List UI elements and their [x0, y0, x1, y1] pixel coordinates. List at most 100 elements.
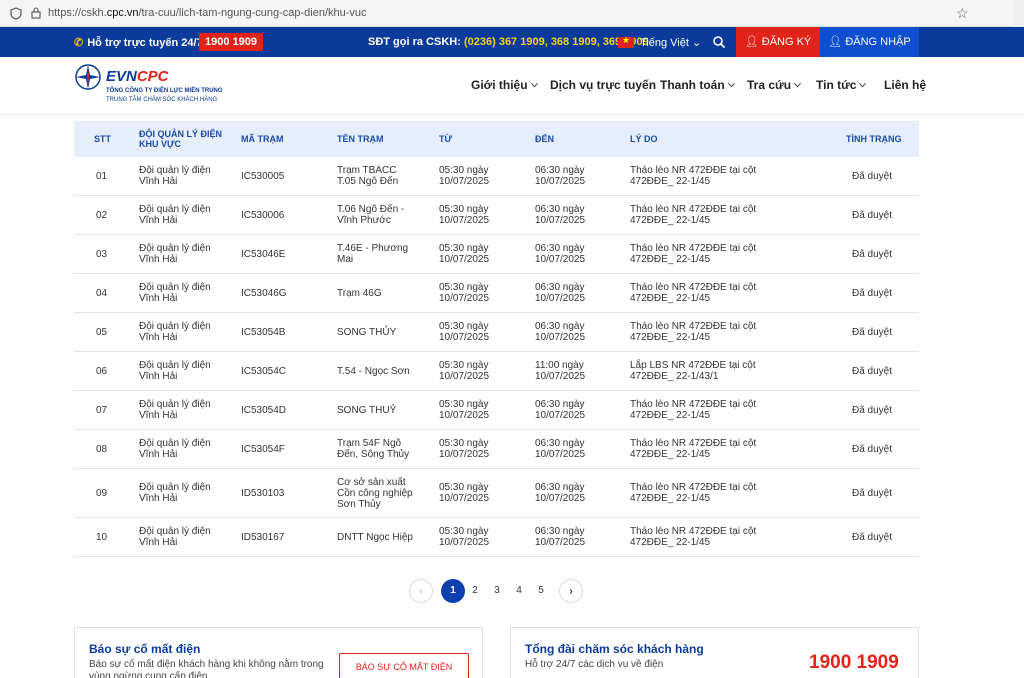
cell-ma-tram: IC530005	[241, 171, 285, 182]
col-doi-quan-ly: ĐỘI QUẢN LÝ ĐIỆN KHU VỰC	[139, 129, 223, 149]
bookmark-star-icon[interactable]: ☆	[956, 6, 969, 20]
cell-den: 06:30 ngày 10/07/2025	[535, 282, 586, 304]
table-row: 05 Đội quản lý điện Vĩnh Hải IC53054B SONG …	[74, 313, 919, 352]
cell-ten-tram: T.46E - Phương Mai	[337, 243, 409, 265]
cell-ten-tram: T.54 - Ngọc Sơn	[337, 366, 410, 377]
cell-tu: 05:30 ngày 10/07/2025	[439, 321, 490, 343]
cell-den: 06:30 ngày 10/07/2025	[535, 243, 586, 265]
user-icon: 👤︎	[828, 36, 843, 48]
site-header: EVNCPC TỔNG CÔNG TY ĐIỆN LỰC MIỀN TRUNG …	[0, 57, 1024, 115]
evn-logo-icon[interactable]	[74, 63, 102, 91]
shield-icon[interactable]	[10, 7, 22, 20]
login-button[interactable]: 👤︎ ĐĂNG NHẬP	[820, 27, 919, 57]
menu-thanh-toan[interactable]: Thanh toán	[660, 78, 735, 92]
cell-ten-tram: Trạm 46G	[337, 288, 382, 299]
col-tu: TỪ	[439, 134, 452, 144]
cell-tinh-trang: Đã duyệt	[852, 405, 893, 416]
cell-ly-do: Tháo lèo NR 472ĐĐE tại cột 472ĐĐE_ 22-1/…	[630, 482, 757, 504]
menu-dich-vu[interactable]: Dịch vụ trực tuyến	[550, 78, 656, 92]
hotline-number-badge[interactable]: 1900 1909	[199, 33, 263, 51]
support-description: Hỗ trợ 24/7 các dịch vụ về điện	[525, 659, 664, 670]
page-button[interactable]: 3	[485, 579, 509, 603]
page-button[interactable]: 2	[463, 579, 487, 603]
page-button[interactable]: 4	[507, 579, 531, 603]
url-prefix: https://cskh.	[48, 7, 107, 19]
col-den: ĐẾN	[535, 134, 555, 144]
report-outage-button[interactable]: BÁO SỰ CỐ MẤT ĐIỆN	[339, 653, 469, 678]
col-ten-tram: TÊN TRẠM	[337, 134, 384, 144]
col-ly-do: LÝ DO	[630, 134, 658, 144]
report-outage-description: Báo sự cố mất điện khách hàng khi không …	[89, 659, 324, 678]
cell-tu: 05:30 ngày 10/07/2025	[439, 165, 490, 187]
cell-ma-tram: IC530006	[241, 210, 285, 221]
menu-label: Giới thiệu	[471, 78, 528, 92]
hotline-label: ✆ Hỗ trợ trực tuyến 24/7:	[74, 36, 206, 49]
logo-subtitle-1: TỔNG CÔNG TY ĐIỆN LỰC MIỀN TRUNG	[106, 88, 223, 94]
chevron-down-icon	[530, 80, 538, 88]
logo-wordmark[interactable]: EVNCPC	[106, 68, 169, 85]
cell-tu: 05:30 ngày 10/07/2025	[439, 438, 490, 460]
chevron-right-icon: ›	[569, 586, 573, 597]
cell-ly-do: Tháo lèo NR 472ĐĐE tại cột 472ĐĐE_ 22-1/…	[630, 438, 757, 460]
menu-tin-tuc[interactable]: Tin tức	[816, 78, 867, 92]
login-label: ĐĂNG NHẬP	[845, 36, 911, 48]
cell-ma-tram: ID530167	[241, 532, 285, 543]
cell-stt: 04	[96, 288, 108, 299]
page-button[interactable]: 5	[529, 579, 553, 603]
table-row: 06 Đội quản lý điện Vĩnh Hải IC53054C T.54 …	[74, 352, 919, 391]
cell-ma-tram: IC53046E	[241, 249, 286, 260]
hotline-text: Hỗ trợ trực tuyến 24/7:	[87, 37, 207, 49]
cell-den: 06:30 ngày 10/07/2025	[535, 165, 586, 187]
search-icon[interactable]	[712, 35, 726, 49]
cell-den: 06:30 ngày 10/07/2025	[535, 482, 586, 504]
support-title: Tổng đài chăm sóc khách hàng	[525, 642, 704, 656]
language-selector[interactable]: Tiếng Việt ⌄	[640, 36, 701, 49]
lock-icon[interactable]	[31, 7, 41, 19]
menu-label: Thanh toán	[660, 78, 725, 92]
cell-den: 06:30 ngày 10/07/2025	[535, 399, 586, 421]
cell-tu: 05:30 ngày 10/07/2025	[439, 526, 490, 548]
cell-ma-tram: IC53054D	[241, 405, 287, 416]
cell-doi-quan-ly: Đội quản lý điện Vĩnh Hải	[139, 165, 211, 187]
menu-gioi-thieu[interactable]: Giới thiệu	[471, 78, 538, 92]
cell-ly-do: Tháo lèo NR 472ĐĐE tại cột 472ĐĐE_ 22-1/…	[630, 526, 757, 548]
cell-tinh-trang: Đã duyệt	[852, 366, 893, 377]
page-button[interactable]: 1	[441, 579, 465, 603]
browser-address-bar: https://cskh.cpc.vn/tra-cuu/lich-tam-ngu…	[0, 0, 1024, 27]
cell-ma-tram: IC53054B	[241, 327, 286, 338]
report-outage-card: Báo sự cố mất điện Báo sự cố mất điện kh…	[74, 627, 483, 678]
url-field[interactable]: https://cskh.cpc.vn/tra-cuu/lich-tam-ngu…	[48, 7, 367, 19]
cell-ly-do: Lắp LBS NR 472ĐĐE tại cột 472ĐĐE_ 22-1/4…	[630, 360, 756, 382]
logo-evn: EVN	[106, 68, 137, 85]
cskh-phone-info: SĐT gọi ra CSKH: (0236) 367 1909, 368 19…	[368, 36, 649, 48]
next-page-button[interactable]: ›	[559, 579, 583, 603]
cell-ten-tram: SONG THỦY	[337, 327, 397, 338]
table-row: 09 Đội quản lý điện Vĩnh Hải ID530103 Cơ sở…	[74, 469, 919, 518]
cell-den: 06:30 ngày 10/07/2025	[535, 526, 586, 548]
cell-den: 11:00 ngày 10/07/2025	[535, 360, 586, 382]
cell-stt: 01	[96, 171, 108, 182]
user-icon: 👤︎	[744, 36, 759, 48]
menu-lien-he[interactable]: Liên hệ	[884, 78, 926, 92]
cell-ly-do: Tháo lèo NR 472ĐĐE tại cột 472ĐĐE_ 22-1/…	[630, 399, 757, 421]
register-button[interactable]: 👤︎ ĐĂNG KÝ	[736, 27, 820, 57]
support-hotline-number[interactable]: 1900 1909	[809, 652, 899, 674]
cell-stt: 07	[96, 405, 108, 416]
scrollbar[interactable]	[1013, 0, 1024, 27]
cell-stt: 02	[96, 210, 108, 221]
cell-tu: 05:30 ngày 10/07/2025	[439, 482, 490, 504]
cell-ten-tram: SONG THUỶ	[337, 405, 397, 416]
cell-doi-quan-ly: Đội quản lý điện Vĩnh Hải	[139, 399, 211, 421]
menu-tra-cuu[interactable]: Tra cứu	[747, 78, 802, 92]
cell-doi-quan-ly: Đội quản lý điện Vĩnh Hải	[139, 204, 211, 226]
cell-doi-quan-ly: Đội quản lý điện Vĩnh Hải	[139, 282, 211, 304]
cell-ten-tram: Cơ sở sản xuất Cồn công nghiệp Sơn Thủy	[337, 477, 413, 510]
url-path: /tra-cuu/lich-tam-ngung-cung-cap-dien/kh…	[138, 7, 367, 19]
cell-doi-quan-ly: Đội quản lý điện Vĩnh Hải	[139, 482, 211, 504]
cell-doi-quan-ly: Đội quản lý điện Vĩnh Hải	[139, 526, 211, 548]
table-row: 04 Đội quản lý điện Vĩnh Hải IC53046G Trạm …	[74, 274, 919, 313]
cell-ma-tram: ID530103	[241, 488, 285, 499]
prev-page-button[interactable]: ‹	[409, 579, 433, 603]
table-body: 01 Đội quản lý điện Vĩnh Hải IC530005 Trạm …	[74, 157, 919, 557]
cell-tinh-trang: Đã duyệt	[852, 488, 893, 499]
